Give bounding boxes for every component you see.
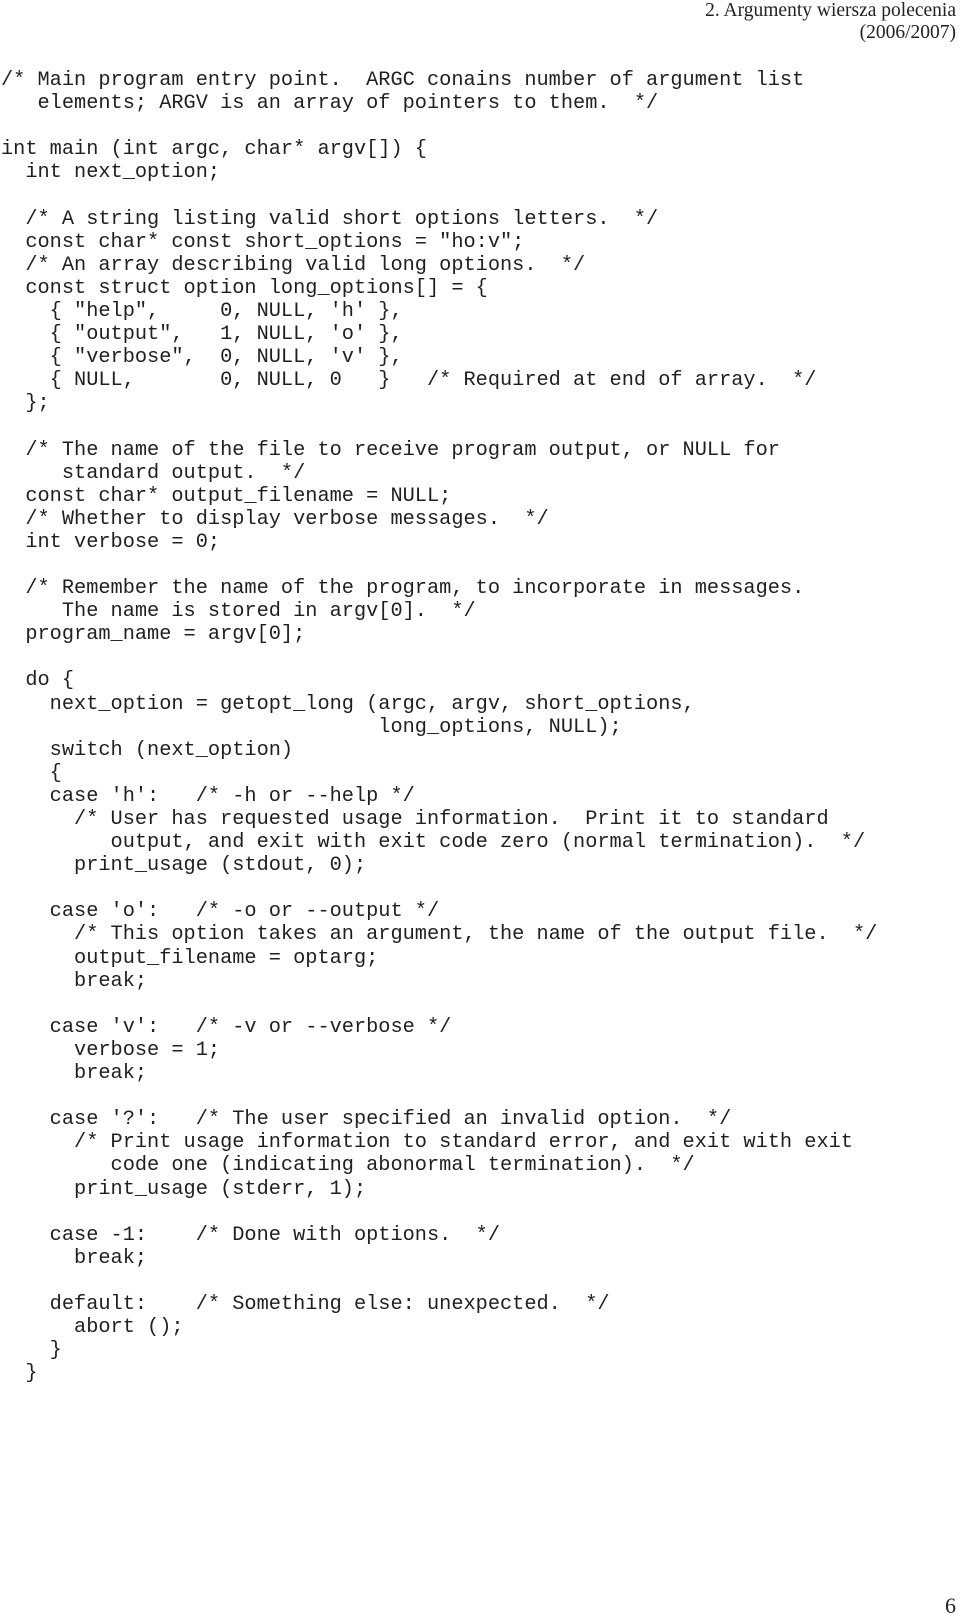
code-line: verbose = 1; [1,1038,221,1062]
code-line: /* Remember the name of the program, to … [1,577,805,601]
code-line: print_usage (stderr, 1); [1,1177,367,1201]
code-line: /* An array describing valid long option… [1,253,586,277]
code-line: output, and exit with exit code zero (no… [1,831,866,855]
code-line: }; [1,392,50,416]
code-line: /* A string listing valid short options … [1,207,659,231]
code-line: break; [1,969,148,993]
code-line: /* This option takes an argument, the na… [1,923,878,947]
code-line: next_option = getopt_long (argc, argv, s… [1,692,695,716]
code-line: output_filename = optarg; [1,946,379,970]
code-line: long_options, NULL); [1,715,622,739]
code-line: case 'h': /* -h or --help */ [1,784,415,808]
code-line: case '?': /* The user specified an inval… [1,1108,732,1132]
code-line: const char* const short_options = "ho:v"… [1,230,525,254]
code-line: do { [1,669,75,693]
code-line: standard output. */ [1,461,306,485]
code-line: { NULL, 0, NULL, 0 } /* Required at end … [1,369,817,393]
code-line: code one (indicating abonormal terminati… [1,1154,695,1178]
code-line: const struct option long_options[] = { [1,276,488,300]
code-line: /* Whether to display verbose messages. … [1,507,549,531]
chapter-title: 2. Argumenty wiersza polecenia [705,0,956,21]
page-number: 6 [945,1593,956,1618]
code-line: case 'o': /* -o or --output */ [1,900,440,924]
code-line: elements; ARGV is an array of pointers t… [1,92,659,116]
code-line: case 'v': /* -v or --verbose */ [1,1015,452,1039]
code-line: program_name = argv[0]; [1,623,306,647]
code-listing: /* Main program entry point. ARGC conain… [1,69,877,1385]
code-line: break; [1,1246,148,1270]
page-header: 2. Argumenty wiersza polecenia (2006/200… [705,0,956,44]
code-line: /* Print usage information to standard e… [1,1131,853,1155]
code-line: case -1: /* Done with options. */ [1,1223,500,1247]
code-line: { "output", 1, NULL, 'o' }, [1,323,403,347]
code-line: int next_option; [1,161,221,185]
code-line: The name is stored in argv[0]. */ [1,600,476,624]
code-line: /* The name of the file to receive progr… [1,438,780,462]
code-line: switch (next_option) [1,738,294,762]
code-line: const char* output_filename = NULL; [1,484,452,508]
academic-year: (2006/2007) [859,22,956,43]
code-line: abort (); [1,1316,184,1340]
code-line: int verbose = 0; [1,530,221,554]
code-line: { "help", 0, NULL, 'h' }, [1,299,403,323]
code-line: { [1,761,62,785]
code-line: } [1,1339,62,1363]
code-line: { "verbose", 0, NULL, 'v' }, [1,346,403,370]
code-line: } [1,1362,38,1386]
code-line: print_usage (stdout, 0); [1,854,367,878]
code-line: break; [1,1062,148,1086]
code-line: int main (int argc, char* argv[]) { [1,138,427,162]
code-line: default: /* Something else: unexpected. … [1,1292,610,1316]
code-line: /* Main program entry point. ARGC conain… [1,69,805,92]
code-line: /* User has requested usage information.… [1,808,829,831]
